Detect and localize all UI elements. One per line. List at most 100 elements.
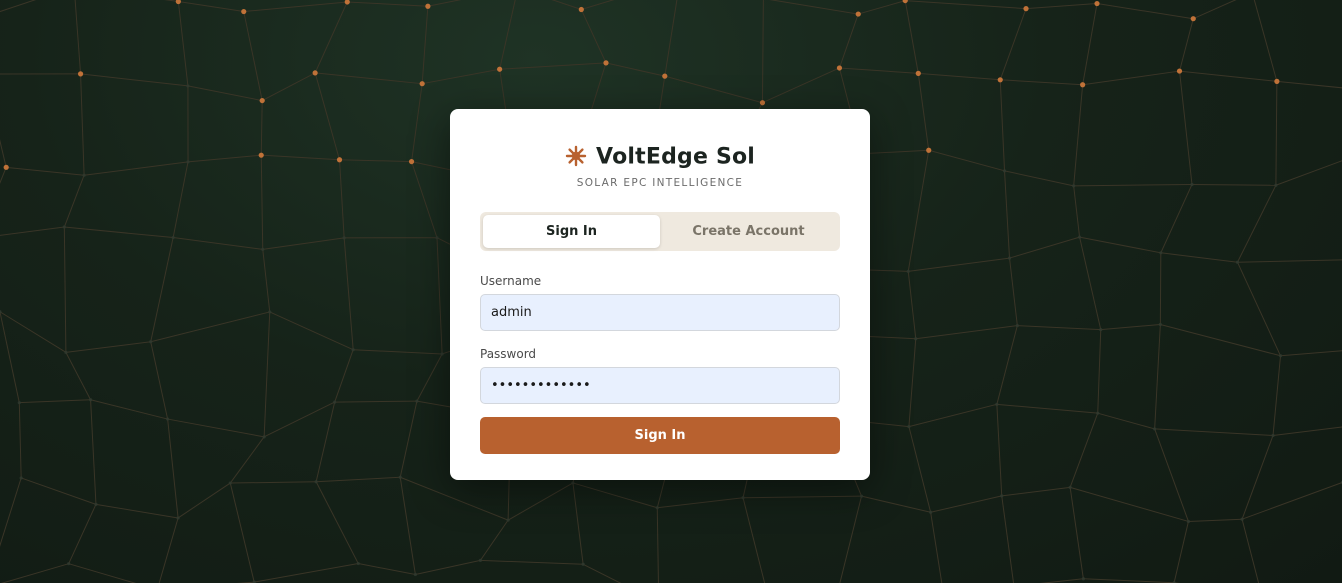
- network-line: [314, 72, 340, 160]
- network-node: [906, 269, 910, 273]
- network-node: [259, 97, 265, 104]
- network-line: [908, 426, 932, 513]
- network-line: [1160, 184, 1193, 254]
- network-line: [657, 497, 744, 509]
- network-line: [572, 482, 584, 565]
- network-line: [1160, 252, 1238, 263]
- network-line: [499, 62, 607, 70]
- network-line: [358, 563, 416, 575]
- network-node: [915, 70, 921, 76]
- network-line: [664, 75, 763, 104]
- network-line: [605, 62, 665, 77]
- network-line: [1191, 183, 1276, 186]
- network-line: [260, 155, 264, 250]
- network-node: [1015, 323, 1019, 328]
- network-node: [82, 173, 86, 177]
- network-line: [1069, 487, 1084, 579]
- network-line: [1253, 0, 1278, 82]
- network-node: [1068, 485, 1072, 489]
- network-node: [1274, 183, 1278, 187]
- network-node: [440, 352, 444, 356]
- network-line: [1073, 185, 1081, 238]
- network-line: [996, 403, 1098, 414]
- network-line: [399, 401, 418, 478]
- network-node: [314, 480, 318, 484]
- network-node: [506, 518, 510, 522]
- network-line: [427, 0, 462, 7]
- network-line: [1276, 80, 1342, 89]
- network-line: [399, 477, 416, 575]
- login-card: VoltEdge Sol SOLAR EPC INTELLIGENCE Sign…: [450, 109, 870, 480]
- network-line: [507, 482, 574, 521]
- network-line: [582, 563, 622, 583]
- network-line: [1096, 3, 1194, 20]
- network-node: [17, 401, 21, 405]
- network-line: [581, 0, 615, 11]
- network-node: [1240, 517, 1244, 521]
- network-line: [243, 1, 348, 13]
- tab-create-account[interactable]: Create Account: [660, 215, 837, 248]
- network-line: [68, 504, 97, 564]
- tab-sign-in[interactable]: Sign In: [483, 215, 660, 248]
- network-node: [415, 399, 419, 403]
- network-line: [861, 149, 929, 155]
- network-node: [175, 0, 181, 5]
- username-input[interactable]: [480, 294, 840, 331]
- network-node: [1081, 577, 1085, 581]
- network-node: [578, 6, 584, 13]
- network-node: [1072, 184, 1076, 188]
- network-line: [838, 13, 859, 69]
- network-node: [176, 516, 180, 520]
- sign-in-button[interactable]: Sign In: [480, 417, 840, 454]
- network-node: [1094, 0, 1100, 7]
- network-line: [1272, 426, 1342, 436]
- network-node: [497, 66, 503, 72]
- network-node: [1190, 16, 1196, 22]
- network-node: [149, 340, 153, 344]
- network-node: [62, 225, 66, 229]
- network-line: [261, 154, 340, 161]
- network-node: [855, 11, 861, 17]
- network-line: [187, 85, 263, 102]
- network-node: [902, 0, 908, 4]
- network-line: [551, 0, 582, 10]
- network-line: [1073, 84, 1084, 186]
- network-line: [19, 399, 91, 404]
- network-node: [336, 157, 343, 163]
- network-node: [741, 496, 745, 500]
- network-line: [80, 73, 85, 176]
- network-line: [1097, 329, 1102, 414]
- network-line: [1275, 81, 1278, 186]
- network-line: [353, 349, 443, 355]
- network-line: [150, 341, 169, 420]
- network-line: [999, 8, 1027, 80]
- network-line: [930, 512, 943, 583]
- network-line: [1241, 519, 1260, 583]
- network-line: [422, 68, 500, 85]
- network-line: [0, 139, 7, 168]
- network-line: [263, 401, 335, 438]
- network-line: [1082, 70, 1180, 86]
- network-node: [435, 236, 439, 240]
- password-input[interactable]: [480, 367, 840, 404]
- network-line: [315, 72, 423, 85]
- network-node: [1278, 354, 1283, 358]
- network-line: [260, 100, 263, 156]
- network-line: [262, 249, 271, 312]
- brand-name: VoltEdge Sol: [596, 144, 756, 170]
- network-line: [1179, 70, 1277, 82]
- network-node: [1007, 256, 1012, 260]
- network-line: [915, 325, 1018, 340]
- network-line: [1017, 325, 1101, 331]
- network-node: [907, 425, 911, 429]
- network-line: [158, 517, 179, 583]
- network-line: [243, 11, 263, 101]
- network-line: [858, 0, 906, 15]
- network-line: [480, 559, 584, 565]
- network-node: [261, 247, 265, 251]
- network-line: [316, 476, 401, 483]
- network-line: [1154, 428, 1189, 522]
- network-line: [269, 311, 354, 351]
- network-line: [1004, 170, 1074, 187]
- network-node: [1099, 328, 1103, 332]
